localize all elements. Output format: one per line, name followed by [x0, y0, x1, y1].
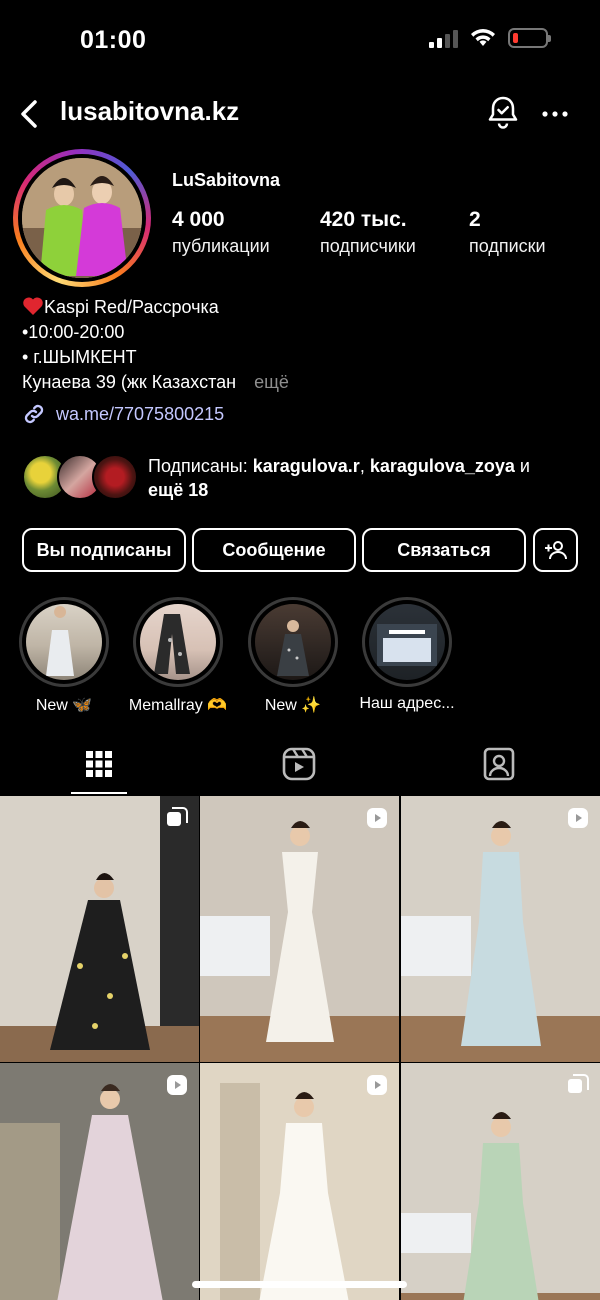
- followed-by-rest: ещё 18: [148, 480, 209, 500]
- reel-icon: [367, 1075, 387, 1095]
- reel-icon: [568, 808, 588, 828]
- bio-line-2: •10:00-20:00: [22, 322, 125, 342]
- story-ring[interactable]: [13, 149, 151, 287]
- carousel-icon: [167, 807, 188, 826]
- status-icons: [429, 28, 551, 48]
- profile-display-name: LuSabitovna: [172, 170, 281, 190]
- post-thumbnail[interactable]: [0, 1063, 199, 1300]
- post-thumbnail[interactable]: [200, 796, 399, 1062]
- profile-bio: Kaspi Red/Рассрочка •10:00-20:00 • г.ШЫМ…: [22, 295, 289, 395]
- profile-avatar: [22, 158, 142, 278]
- home-indicator[interactable]: [192, 1281, 407, 1288]
- stat-posts-count: 4 000: [172, 208, 225, 231]
- contact-button[interactable]: Связаться: [362, 528, 526, 572]
- tagged-tab-icon[interactable]: [479, 744, 519, 784]
- wifi-icon: [471, 29, 495, 46]
- red-heart-icon: [23, 297, 43, 315]
- highlight-cover: [255, 604, 331, 680]
- followed-by-row[interactable]: Подписаны: karagulova.r, karagulova_zoya…: [22, 454, 582, 502]
- stat-posts[interactable]: 4 000 публикации: [172, 208, 270, 257]
- following-button[interactable]: Вы подписаны: [22, 528, 186, 572]
- highlight-label: Наш адрес...: [359, 695, 455, 712]
- mutual-avatars: [22, 454, 138, 500]
- stat-following[interactable]: 2 подписки: [469, 208, 546, 257]
- followed-by-and: и: [514, 456, 530, 476]
- bio-link[interactable]: wa.me/77075800215: [22, 402, 224, 426]
- post-thumbnail[interactable]: [401, 796, 600, 1062]
- profile-header: lusabitovna.kz: [0, 92, 600, 136]
- more-options-icon[interactable]: [540, 96, 570, 132]
- reel-icon: [167, 1075, 187, 1095]
- highlight-label: New ✨: [264, 697, 322, 714]
- notifications-bell-icon[interactable]: [486, 94, 520, 132]
- grid-tab-icon[interactable]: [79, 744, 119, 784]
- bio-line-3: • г.ШЫМКЕНТ: [22, 347, 137, 367]
- stat-posts-label: публикации: [172, 236, 270, 256]
- mutual-user-2[interactable]: karagulova_zoya: [370, 456, 515, 476]
- message-button[interactable]: Сообщение: [192, 528, 356, 572]
- followed-by-text: Подписаны: karagulova.r, karagulova_zoya…: [148, 454, 530, 502]
- suggest-people-button[interactable]: [533, 528, 578, 572]
- header-username: lusabitovna.kz: [60, 96, 240, 126]
- back-arrow-icon[interactable]: [16, 96, 46, 132]
- cellular-signal-icon: [429, 28, 458, 48]
- link-icon: [24, 404, 44, 424]
- battery-icon: [508, 28, 551, 48]
- highlight-cover: [369, 604, 445, 680]
- highlight-item[interactable]: Memallray 🫶: [129, 597, 227, 715]
- carousel-icon: [568, 1074, 589, 1093]
- highlight-cover: [26, 604, 102, 680]
- bio-line: Кунаева 39 (жк Казахстан ещё: [22, 370, 289, 395]
- bio-line-4: Кунаева 39 (жк Казахстан: [22, 372, 237, 392]
- highlight-item[interactable]: Наш адрес...: [359, 597, 455, 713]
- followed-by-sep: ,: [359, 456, 370, 476]
- stat-followers[interactable]: 420 тыс. подписчики: [320, 208, 416, 257]
- add-person-icon: [544, 541, 567, 560]
- instagram-profile-screen: 01:00 lusabitovna.kz LuSabitovna 4 000 п…: [0, 0, 600, 1300]
- post-thumbnail[interactable]: [200, 1063, 399, 1300]
- highlight-cover: [140, 604, 216, 680]
- bio-line-1: Kaspi Red/Рассрочка: [44, 297, 219, 317]
- post-thumbnail[interactable]: [401, 1063, 600, 1300]
- mutual-user-1[interactable]: karagulova.r: [253, 456, 360, 476]
- highlight-item[interactable]: New 🦋: [19, 597, 109, 715]
- reel-icon: [367, 808, 387, 828]
- status-time: 01:00: [80, 26, 147, 54]
- posts-grid: [0, 796, 600, 1300]
- status-bar: 01:00: [0, 0, 600, 80]
- active-tab-indicator: [71, 792, 127, 794]
- stat-followers-label: подписчики: [320, 236, 416, 256]
- highlight-label: New 🦋: [35, 697, 93, 714]
- mutual-avatar: [92, 454, 138, 500]
- post-thumbnail[interactable]: [0, 796, 199, 1062]
- stat-following-label: подписки: [469, 236, 546, 256]
- highlight-item[interactable]: New ✨: [248, 597, 338, 715]
- highlight-label: Memallray 🫶: [128, 697, 228, 714]
- bio-link-text: wa.me/77075800215: [56, 403, 225, 424]
- bio-line: Kaspi Red/Рассрочка: [22, 295, 289, 320]
- bio-more-link[interactable]: ещё: [254, 372, 289, 392]
- stat-following-count: 2: [469, 208, 481, 231]
- reels-tab-icon[interactable]: [279, 744, 319, 784]
- followed-by-prefix: Подписаны:: [148, 456, 253, 476]
- stat-followers-count: 420 тыс.: [320, 208, 407, 231]
